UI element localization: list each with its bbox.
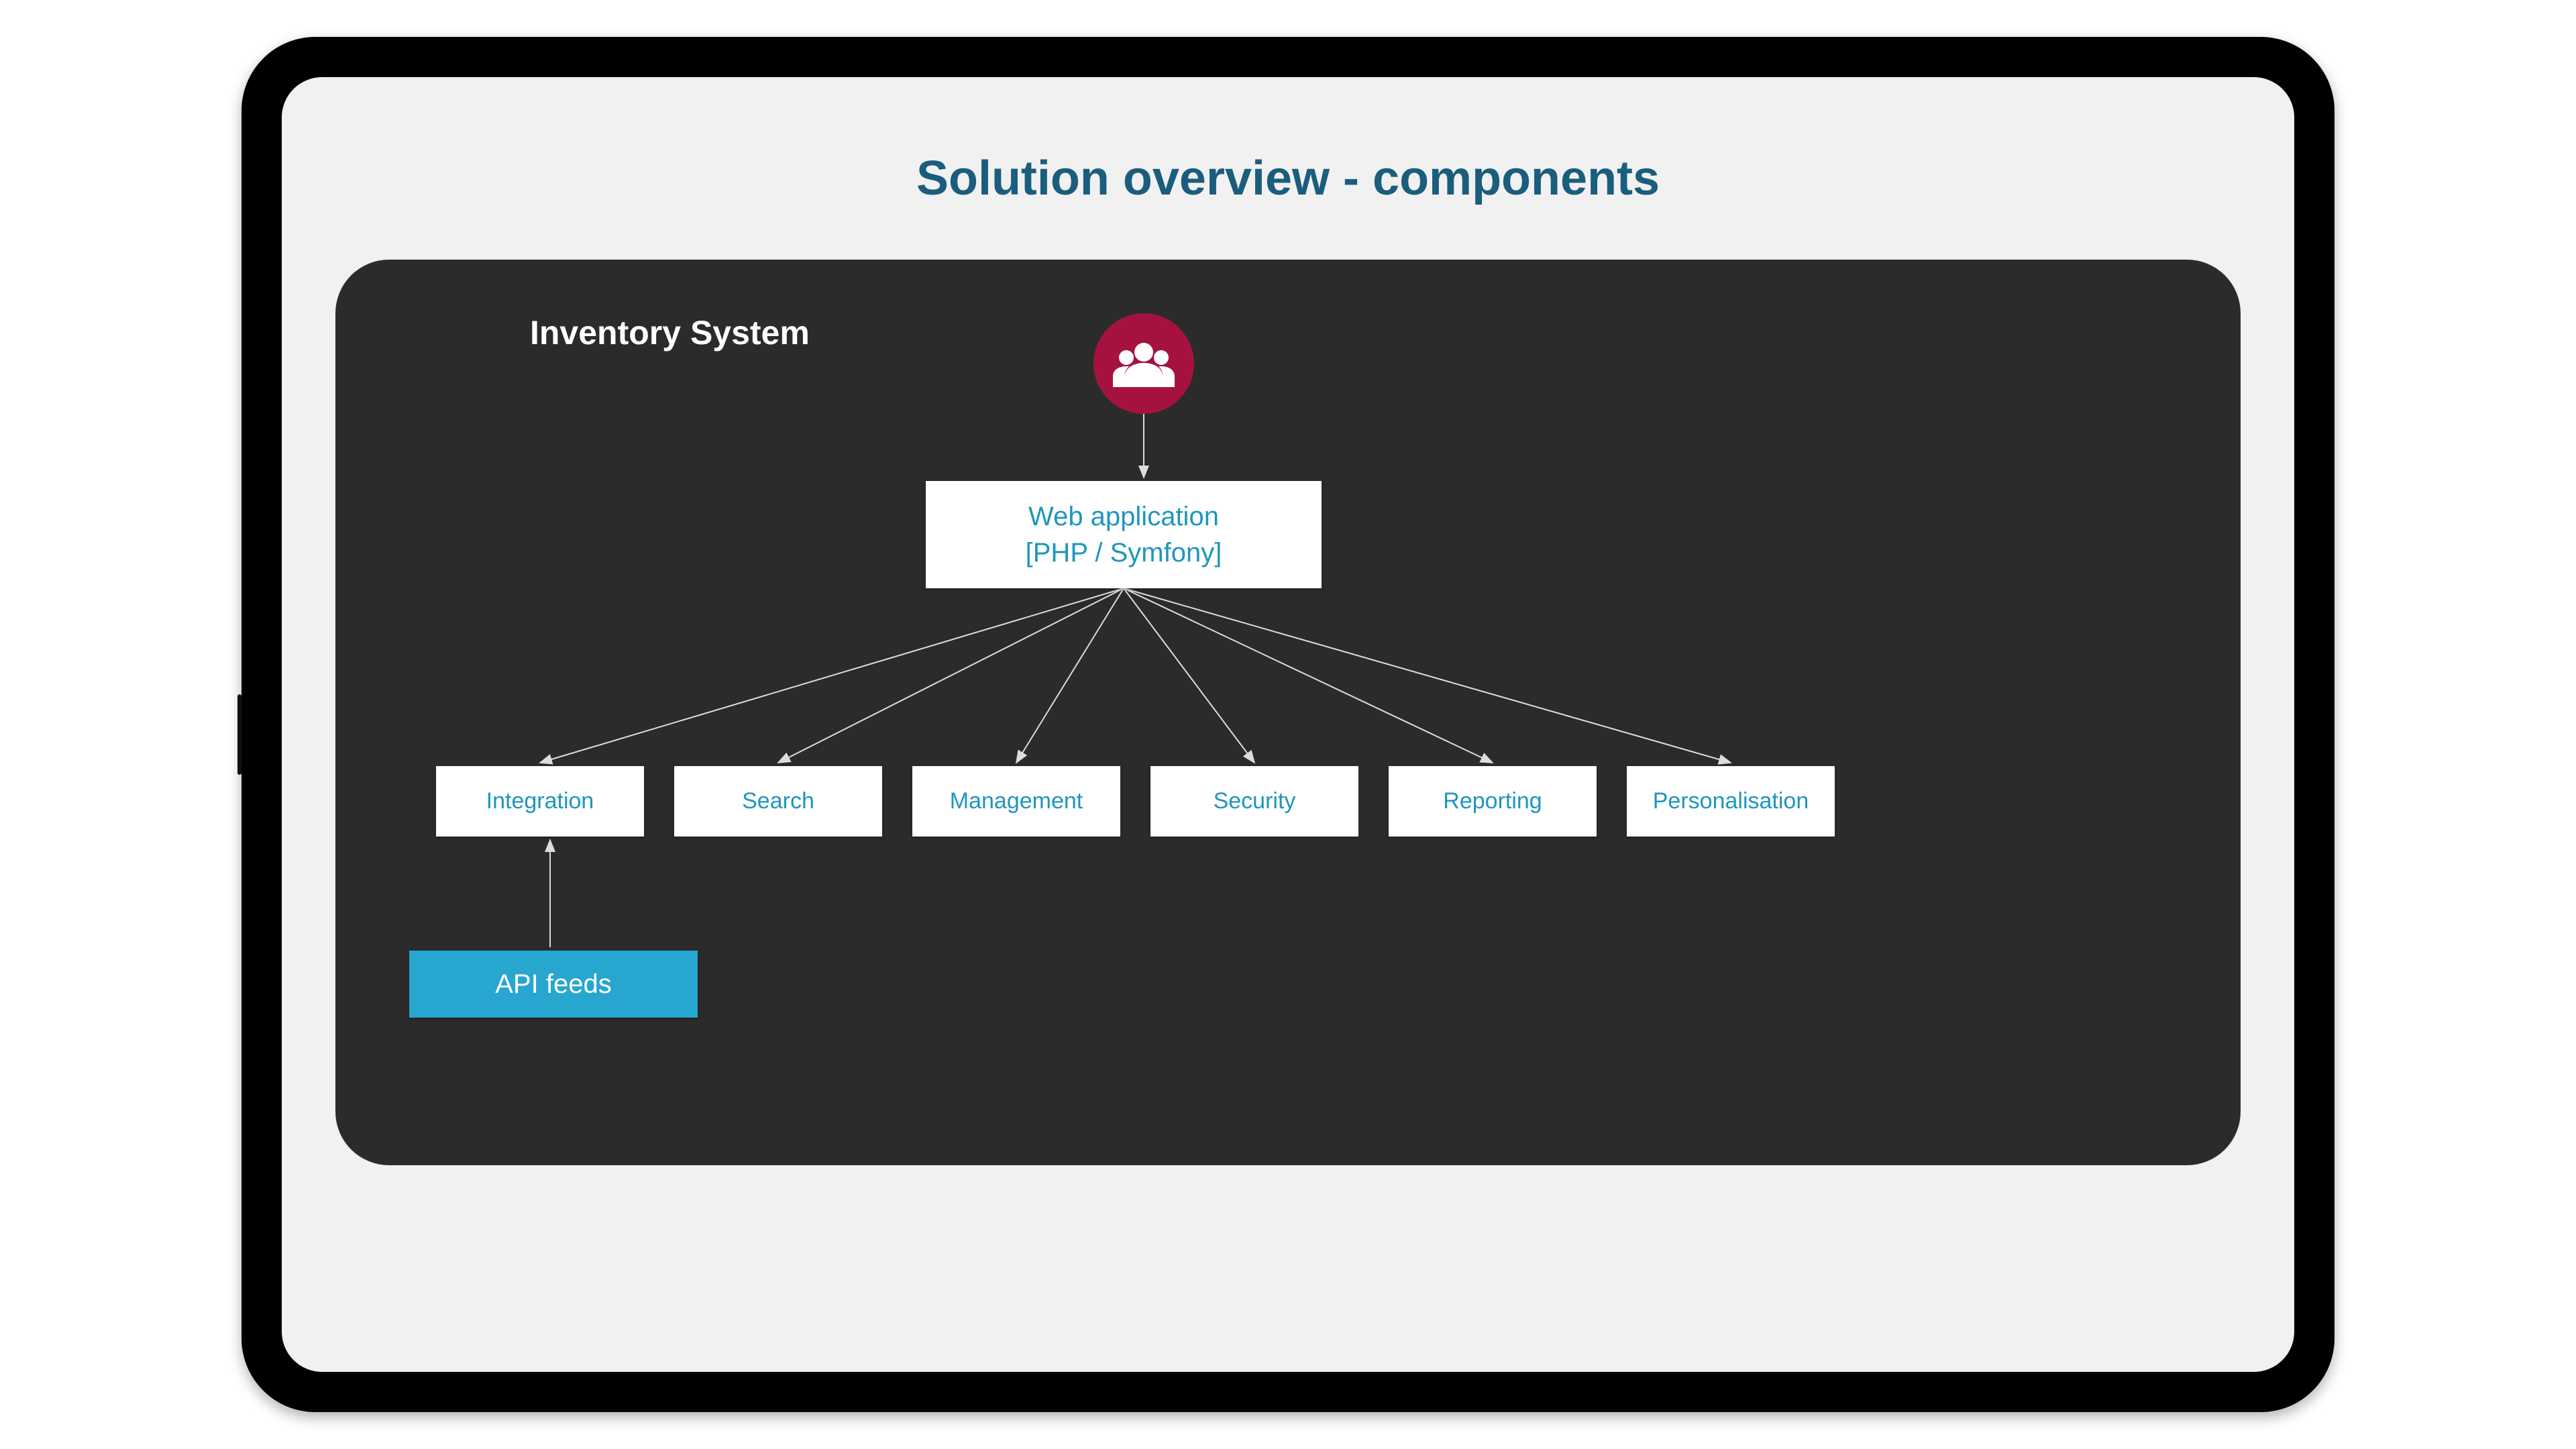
- webapp-line1: Web application: [1028, 498, 1219, 535]
- users-icon: [1093, 313, 1194, 414]
- web-application-box: Web application [PHP / Symfony]: [926, 481, 1322, 588]
- webapp-line2: [PHP / Symfony]: [1026, 535, 1222, 571]
- module-integration: Integration: [436, 766, 644, 837]
- tablet-screen: Solution overview - components Inventory…: [282, 77, 2294, 1372]
- module-management: Management: [912, 766, 1120, 837]
- module-personalisation: Personalisation: [1627, 766, 1835, 837]
- page-title: Solution overview - components: [335, 151, 2241, 206]
- modules-row: Integration Search Management Security R…: [436, 766, 2200, 837]
- panel-heading: Inventory System: [530, 313, 810, 352]
- module-reporting: Reporting: [1389, 766, 1597, 837]
- api-feeds-box: API feeds: [409, 951, 698, 1018]
- module-security: Security: [1150, 766, 1358, 837]
- inventory-system-panel: Inventory System: [335, 260, 2241, 1165]
- tablet-frame: Solution overview - components Inventory…: [241, 37, 2334, 1412]
- module-search: Search: [674, 766, 882, 837]
- diagram-arrows: [335, 260, 2241, 1165]
